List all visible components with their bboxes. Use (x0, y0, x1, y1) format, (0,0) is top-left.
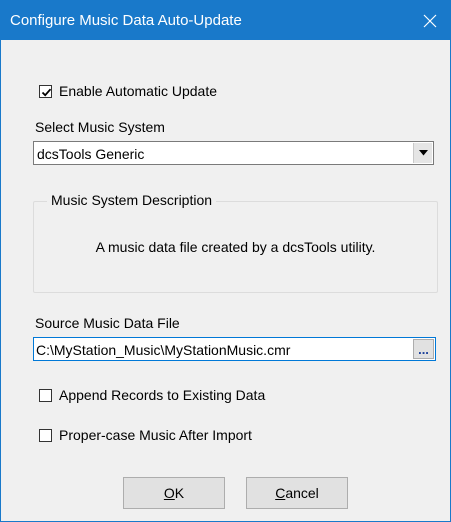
ok-button[interactable]: OK (123, 477, 225, 509)
enable-update-checkbox[interactable]: Enable Automatic Update (39, 83, 217, 99)
proper-case-checkbox[interactable]: Proper-case Music After Import (39, 427, 252, 443)
close-icon (423, 14, 437, 27)
checkbox-box[interactable] (39, 428, 52, 442)
dialog-window: Configure Music Data Auto-Update Enable … (0, 0, 451, 522)
proper-case-label: Proper-case Music After Import (59, 427, 252, 443)
music-system-label: Select Music System (35, 119, 165, 135)
description-text: A music data file created by a dcsTools … (95, 239, 376, 255)
checkbox-box[interactable] (39, 388, 52, 402)
title-bar[interactable]: Configure Music Data Auto-Update (1, 1, 450, 40)
ok-mnemonic: O (163, 485, 175, 501)
dropdown-button[interactable] (413, 143, 432, 163)
description-legend: Music System Description (47, 192, 217, 208)
window-title: Configure Music Data Auto-Update (10, 12, 242, 29)
source-file-input[interactable] (36, 340, 408, 359)
cancel-mnemonic: C (275, 485, 286, 501)
browse-button[interactable]: ... (413, 339, 434, 359)
append-records-label: Append Records to Existing Data (59, 387, 266, 403)
ellipsis-icon: ... (418, 341, 429, 357)
source-file-field[interactable]: ... (33, 337, 436, 361)
cancel-button[interactable]: Cancel (246, 477, 348, 509)
checkbox-box[interactable] (39, 84, 52, 98)
ok-label: K (174, 485, 185, 501)
music-system-dropdown[interactable]: dcsTools Generic (33, 141, 434, 165)
checkmark-icon (41, 88, 52, 97)
music-system-value: dcsTools Generic (37, 146, 145, 162)
close-button[interactable] (410, 1, 450, 40)
append-records-checkbox[interactable]: Append Records to Existing Data (39, 387, 265, 403)
chevron-down-icon (418, 150, 428, 156)
enable-update-label: Enable Automatic Update (59, 83, 217, 99)
cancel-label: ancel (285, 485, 319, 501)
source-file-label: Source Music Data File (35, 315, 180, 331)
